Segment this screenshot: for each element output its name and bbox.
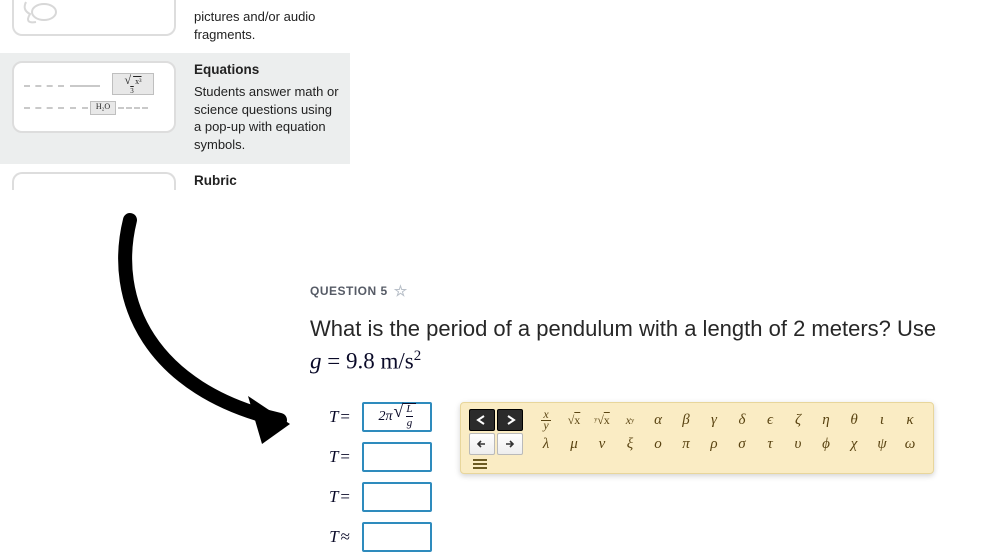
undo-button[interactable] [469,409,495,431]
symbol-psi[interactable]: ψ [869,433,895,455]
question-label: QUESTION 5 ☆ [310,282,1000,300]
symbol-pow[interactable]: xy [617,409,643,431]
symbol-gamma[interactable]: γ [701,409,727,431]
symbol-tau[interactable]: τ [757,433,783,455]
answer-row: T≈ [310,522,432,552]
symbol-kappa[interactable]: κ [897,409,923,431]
answer-row: T= [310,482,432,512]
symbol-cbrt[interactable]: y√x [589,409,615,431]
more-symbols-icon[interactable] [469,459,487,469]
symbol-pi[interactable]: π [673,433,699,455]
symbol-omega[interactable]: ω [897,433,923,455]
answer-row: T= [310,442,432,472]
equations-desc: Equations Students answer math or scienc… [194,61,342,153]
symbol-phi[interactable]: ϕ [813,433,839,455]
symbol-nu[interactable]: ν [589,433,615,455]
media-desc-text: pictures and/or audio fragments. [194,8,342,43]
symbol-upsilon[interactable]: υ [785,433,811,455]
symbol-delta[interactable]: δ [729,409,755,431]
symbol-chi[interactable]: χ [841,433,867,455]
answer-row: T= 2π √Lg [310,402,432,432]
symbol-omicron[interactable]: ο [645,433,671,455]
media-desc: pictures and/or audio fragments. [194,8,342,43]
equations-title: Equations [194,61,342,79]
symbol-mu[interactable]: μ [561,433,587,455]
question-given: g = 9.8 m/s2 [310,348,1000,375]
cursor-right-button[interactable] [497,433,523,455]
equations-thumb: √ x³3 H₂O [12,61,176,133]
question-text: What is the period of a pendulum with a … [310,314,1000,344]
sidebar-item-rubric[interactable]: Rubric [0,164,350,194]
answer-input-2[interactable] [362,442,432,472]
symbol-beta[interactable]: β [673,409,699,431]
pointer-arrow-icon [90,210,340,450]
cursor-left-button[interactable] [469,433,495,455]
symbol-lambda[interactable]: λ [533,433,559,455]
symbol-theta[interactable]: θ [841,409,867,431]
redo-button[interactable] [497,409,523,431]
symbol-sqrt[interactable]: √x [561,409,587,431]
symbol-alpha[interactable]: α [645,409,671,431]
sidebar-item-media-partial[interactable]: pictures and/or audio fragments. [0,0,350,53]
rubric-title: Rubric [194,172,237,190]
answer-rows: T= 2π √Lg T= T= T≈ [310,402,432,552]
symbol-eta[interactable]: η [813,409,839,431]
answer-input-1[interactable]: 2π √Lg [362,402,432,432]
symbol-epsilon[interactable]: ϵ [757,409,783,431]
favorite-star-icon[interactable]: ☆ [394,282,408,300]
symbol-frac[interactable]: xy [533,409,559,431]
media-thumb [12,0,176,36]
equations-desc-text: Students answer math or science question… [194,83,342,153]
question-number: QUESTION 5 [310,284,388,298]
symbol-picker: xy √x y√x xy α β γ δ ϵ ζ η θ ι κ λ μ [460,402,934,474]
symbol-iota[interactable]: ι [869,409,895,431]
symbol-sigma[interactable]: σ [729,433,755,455]
symbol-xi[interactable]: ξ [617,433,643,455]
rubric-thumb [12,172,176,190]
answer-input-3[interactable] [362,482,432,512]
answer-input-4[interactable] [362,522,432,552]
rubric-desc: Rubric [194,172,237,194]
symbol-zeta[interactable]: ζ [785,409,811,431]
sidebar-item-equations[interactable]: √ x³3 H₂O Equations Students answer math… [0,53,350,163]
symbol-rho[interactable]: ρ [701,433,727,455]
